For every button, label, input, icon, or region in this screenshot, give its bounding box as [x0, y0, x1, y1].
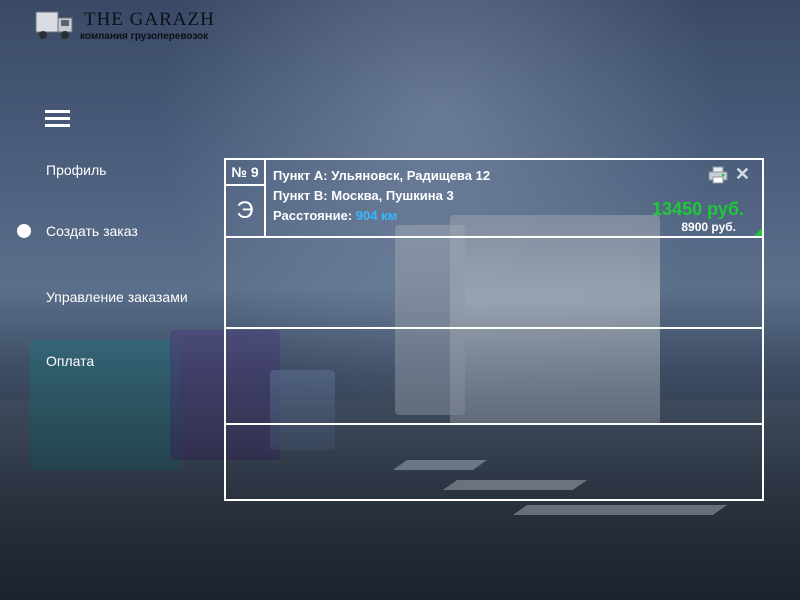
order-distance: Расстояние: 904 км [273, 208, 397, 223]
row-divider [226, 236, 762, 238]
nav-item-profile[interactable]: Профиль [46, 162, 106, 178]
nav-item-create-order[interactable]: Создать заказ [46, 223, 138, 239]
printer-icon[interactable] [708, 166, 728, 184]
close-icon[interactable]: ✕ [735, 165, 750, 183]
nav-item-payment[interactable]: Оплата [46, 353, 94, 369]
nav-item-manage-orders[interactable]: Управление заказами [46, 289, 188, 305]
logo-title: THE GARAZH [84, 9, 215, 30]
order-distance-label: Расстояние: [273, 208, 356, 223]
orders-panel: № 9 Э Пункт А: Ульяновск, Радищева 12 Пу… [224, 158, 764, 501]
order-number: № 9 [226, 160, 266, 186]
order-letter: Э [226, 186, 266, 236]
nav-active-indicator [17, 224, 31, 238]
truck-logo-icon [35, 11, 73, 39]
order-card[interactable]: № 9 Э Пункт А: Ульяновск, Радищева 12 Пу… [226, 160, 762, 238]
row-divider [226, 423, 762, 425]
logo[interactable]: THE GARAZH компания грузоперевозок [34, 4, 224, 44]
order-price-main: 13450 руб. [652, 199, 744, 219]
order-point-a: Пункт А: Ульяновск, Радищева 12 [273, 168, 491, 183]
row-divider [226, 327, 762, 329]
logo-subtitle: компания грузоперевозок [80, 31, 209, 42]
road-marking [512, 505, 728, 515]
menu-icon[interactable] [45, 110, 70, 128]
order-distance-value: 904 км [355, 208, 398, 223]
order-point-b: Пункт В: Москва, Пушкина 3 [273, 188, 454, 203]
order-price-secondary: 8900 руб. [681, 220, 736, 234]
